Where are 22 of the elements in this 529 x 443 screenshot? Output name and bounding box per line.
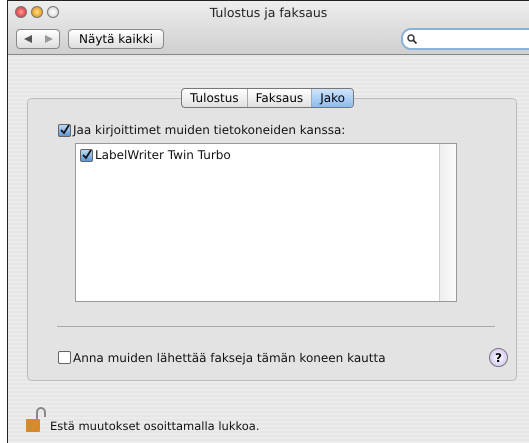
show-all-button[interactable]: Näytä kaikki [68,29,164,49]
window-title: Tulostus ja faksaus [210,5,328,20]
zoom-button[interactable] [47,6,59,18]
scrollbar[interactable] [439,144,456,301]
tab[interactable]: Tulostus [182,89,247,107]
printer-name: LabelWriter Twin Turbo [95,148,231,162]
checkbox-label: Anna muiden lähettää fakseja tämän koneen kautta [73,350,386,364]
lock-hint-text: Estä muutokset osoittamalla lukkoa. [50,419,260,433]
checkbox[interactable] [58,124,71,136]
tab[interactable]: Jako [311,89,353,107]
right-triangle-icon [44,35,52,43]
search-icon [407,34,417,44]
close-button[interactable] [15,6,27,18]
checkbox[interactable] [58,351,71,364]
padlock-icon[interactable] [26,407,46,433]
search-field[interactable] [401,28,529,50]
left-triangle-icon [24,35,32,43]
help-button[interactable]: ? [489,348,508,367]
checkbox[interactable] [80,148,93,162]
checkbox-label: Jaa kirjoittimet muiden tietokoneiden kanssa: [73,123,346,137]
back-forward-control[interactable] [16,29,60,49]
minimize-button[interactable] [31,6,43,18]
